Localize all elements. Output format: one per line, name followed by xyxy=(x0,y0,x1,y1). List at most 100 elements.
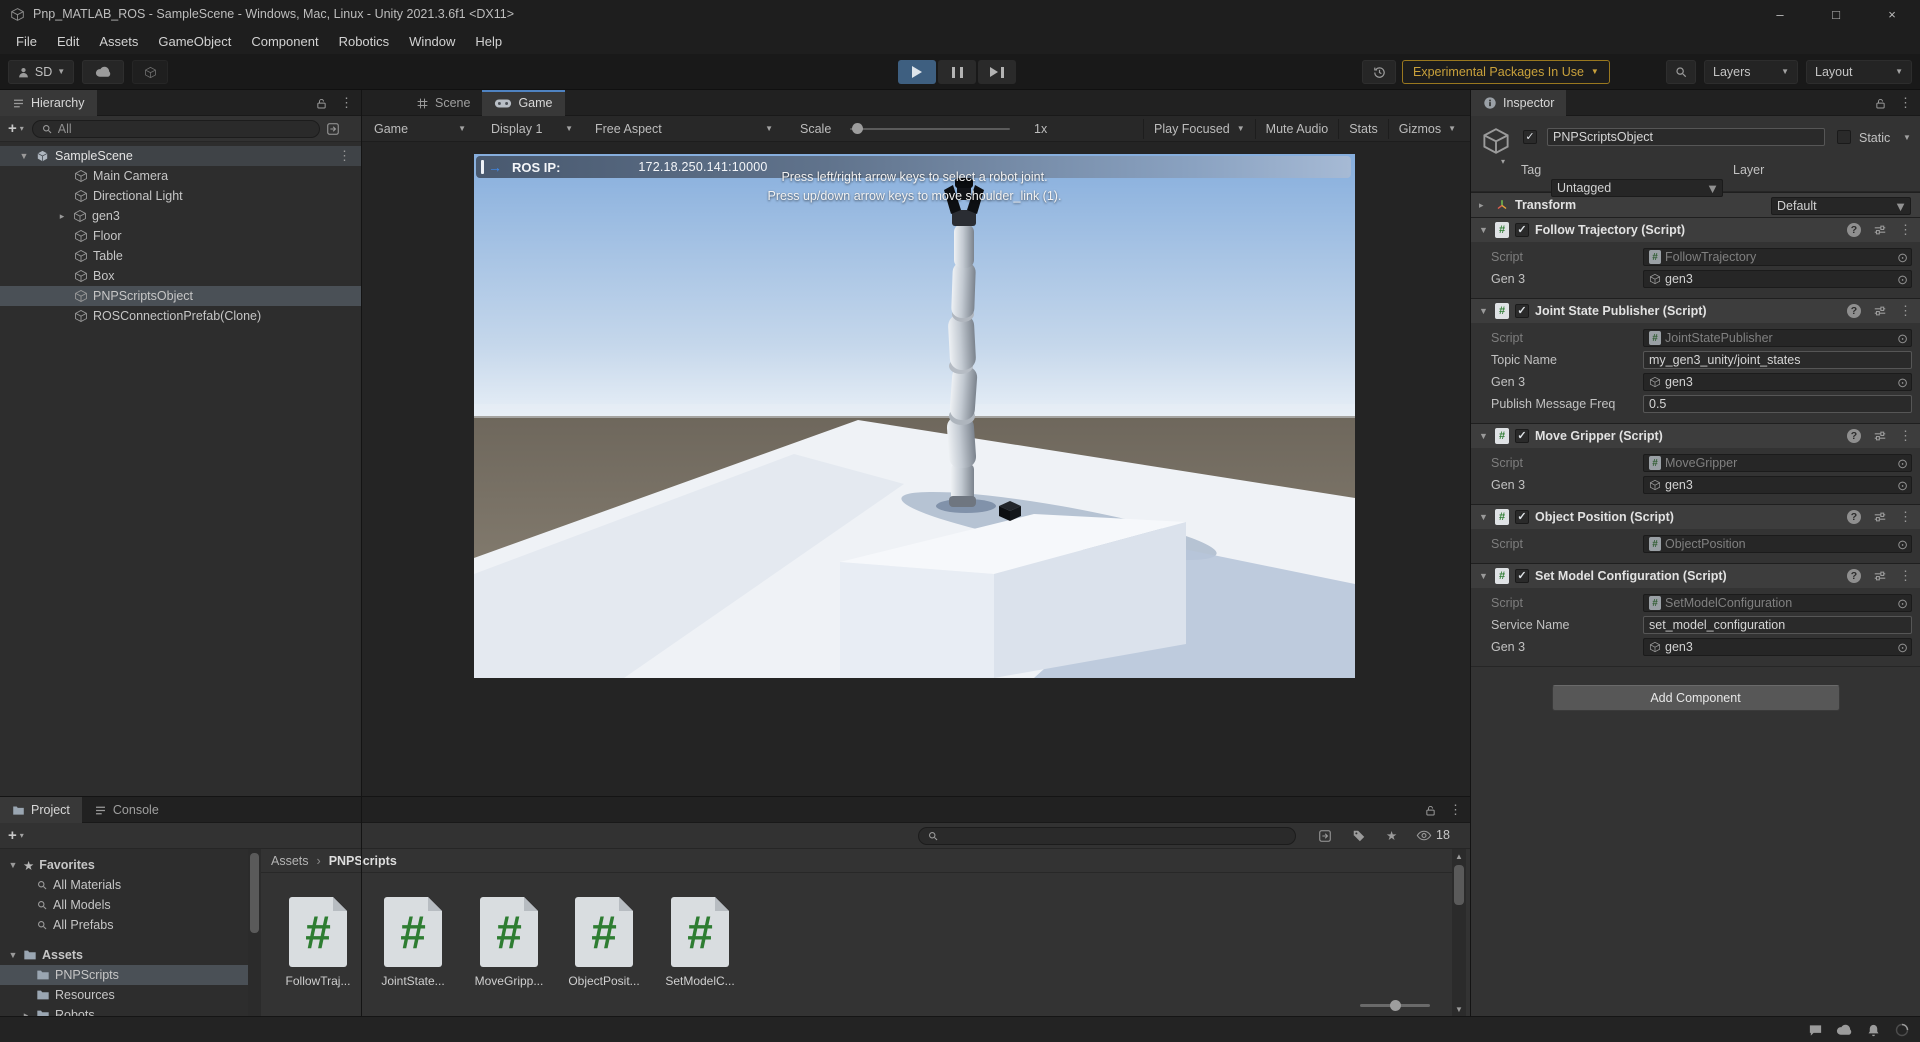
object-reference-field[interactable]: gen3 ⊙ xyxy=(1643,270,1912,288)
menu-help[interactable]: Help xyxy=(465,28,512,54)
enabled-checkbox[interactable]: ✓ xyxy=(1515,429,1529,443)
hierarchy-row[interactable]: ROSConnectionPrefab(Clone) xyxy=(0,306,361,326)
presets-icon[interactable] xyxy=(1873,304,1887,318)
mute-audio-toggle[interactable]: Mute Audio xyxy=(1255,119,1339,139)
help-icon[interactable]: ? xyxy=(1847,223,1861,237)
add-component-button[interactable]: Add Component xyxy=(1552,685,1840,711)
component-joint-state-publisher-header[interactable]: ▼ # ✓ Joint State Publisher (Script) ? ⋮ xyxy=(1471,298,1920,323)
maximize-button[interactable]: □ xyxy=(1808,0,1864,28)
favorites-row[interactable]: ▼ ★ Favorites xyxy=(0,855,248,875)
presets-icon[interactable] xyxy=(1873,429,1887,443)
component-menu-icon[interactable]: ⋮ xyxy=(1899,568,1912,584)
inspector-menu-icon[interactable]: ⋮ xyxy=(1899,95,1912,111)
play-focused-dropdown[interactable]: Play Focused▼ xyxy=(1143,119,1255,139)
service-name-input[interactable] xyxy=(1649,618,1906,632)
hierarchy-menu-icon[interactable]: ⋮ xyxy=(340,95,353,111)
project-create-button[interactable]: + ▾ xyxy=(0,828,32,843)
scale-slider[interactable] xyxy=(844,119,1016,139)
asset-file[interactable]: # SetModelC... xyxy=(660,897,740,988)
background-activity-icon[interactable] xyxy=(1894,1022,1910,1038)
component-menu-icon[interactable]: ⋮ xyxy=(1899,303,1912,319)
presets-icon[interactable] xyxy=(1873,510,1887,524)
game-viewport[interactable]: → ROS IP: 172.18.250.141:10000 Press lef… xyxy=(474,154,1355,678)
menu-window[interactable]: Window xyxy=(399,28,465,54)
hierarchy-search-input[interactable] xyxy=(58,122,311,136)
breadcrumb-current[interactable]: PNPScripts xyxy=(329,854,397,868)
project-menu-icon[interactable]: ⋮ xyxy=(1449,802,1462,818)
asset-file[interactable]: # MoveGripp... xyxy=(469,897,549,988)
tab-inspector[interactable]: Inspector xyxy=(1471,90,1566,116)
publish-frequency-field[interactable] xyxy=(1643,395,1912,413)
component-set-model-configuration-header[interactable]: ▼ # ✓ Set Model Configuration (Script) ?… xyxy=(1471,563,1920,588)
grid-scrollbar-thumb[interactable] xyxy=(1454,865,1464,905)
lock-icon[interactable] xyxy=(1424,804,1437,817)
layer-dropdown[interactable]: Default ▼ xyxy=(1771,197,1911,215)
component-menu-icon[interactable]: ⋮ xyxy=(1899,222,1912,238)
favorite-item[interactable]: All Models xyxy=(0,895,248,915)
scene-menu-icon[interactable]: ⋮ xyxy=(338,148,351,164)
scroll-up-icon[interactable]: ▲ xyxy=(1455,852,1463,861)
icon-size-slider[interactable] xyxy=(1360,1004,1430,1007)
object-picker-icon[interactable]: ⊙ xyxy=(1897,641,1908,654)
object-picker-icon[interactable]: ⊙ xyxy=(1897,273,1908,286)
asset-file[interactable]: # FollowTraj... xyxy=(278,897,358,988)
pause-button[interactable] xyxy=(938,60,976,84)
grid-scrollbar[interactable]: ▲ ▼ xyxy=(1452,849,1466,1017)
menu-gameobject[interactable]: GameObject xyxy=(148,28,241,54)
search-by-type-icon[interactable] xyxy=(1318,829,1332,843)
stats-toggle[interactable]: Stats xyxy=(1338,119,1388,139)
display-dropdown[interactable]: Display 1▼ xyxy=(485,119,579,139)
object-picker-icon[interactable]: ⊙ xyxy=(1897,251,1908,264)
favorite-item[interactable]: All Materials xyxy=(0,875,248,895)
folder-row[interactable]: Resources xyxy=(0,985,248,1005)
search-by-label-icon[interactable] xyxy=(1352,829,1366,843)
object-reference-field[interactable]: gen3 ⊙ xyxy=(1643,638,1912,656)
menu-robotics[interactable]: Robotics xyxy=(329,28,400,54)
script-reference-field[interactable]: # FollowTrajectory ⊙ xyxy=(1643,248,1912,266)
presets-icon[interactable] xyxy=(1873,223,1887,237)
component-menu-icon[interactable]: ⋮ xyxy=(1899,509,1912,525)
cloud-button[interactable] xyxy=(82,60,124,84)
menu-file[interactable]: File xyxy=(6,28,47,54)
help-icon[interactable]: ? xyxy=(1847,569,1861,583)
lock-icon[interactable] xyxy=(1874,97,1887,110)
game-mode-dropdown[interactable]: Game▼ xyxy=(368,119,472,139)
tab-console[interactable]: Console xyxy=(82,797,171,823)
hierarchy-row-selected[interactable]: PNPScriptsObject xyxy=(0,286,361,306)
script-reference-field[interactable]: # MoveGripper ⊙ xyxy=(1643,454,1912,472)
object-picker-icon[interactable]: ⊙ xyxy=(1897,479,1908,492)
assets-row[interactable]: ▼ Assets xyxy=(0,945,248,965)
component-follow-trajectory-header[interactable]: ▼ # ✓ Follow Trajectory (Script) ? ⋮ xyxy=(1471,217,1920,242)
component-move-gripper-header[interactable]: ▼ # ✓ Move Gripper (Script) ? ⋮ xyxy=(1471,423,1920,448)
component-object-position-header[interactable]: ▼ # ✓ Object Position (Script) ? ⋮ xyxy=(1471,504,1920,529)
cloud-status-icon[interactable] xyxy=(1836,1024,1853,1036)
hierarchy-row[interactable]: Main Camera xyxy=(0,166,361,186)
object-reference-field[interactable]: gen3 ⊙ xyxy=(1643,373,1912,391)
enabled-checkbox[interactable]: ✓ xyxy=(1515,223,1529,237)
tag-dropdown[interactable]: Untagged ▼ xyxy=(1551,179,1723,197)
expand-icon[interactable]: ▸ xyxy=(56,211,68,222)
scene-picker-icon[interactable] xyxy=(326,122,340,136)
tab-game[interactable]: Game xyxy=(482,90,564,116)
script-reference-field[interactable]: # JointStatePublisher ⊙ xyxy=(1643,329,1912,347)
presets-icon[interactable] xyxy=(1873,569,1887,583)
object-name-field[interactable] xyxy=(1547,128,1825,146)
saved-search-icon[interactable]: ★ xyxy=(1386,828,1397,843)
enabled-checkbox[interactable]: ✓ xyxy=(1515,569,1529,583)
enabled-checkbox[interactable]: ✓ xyxy=(1515,510,1529,524)
layers-dropdown[interactable]: Layers ▼ xyxy=(1704,60,1798,84)
script-reference-field[interactable]: # SetModelConfiguration ⊙ xyxy=(1643,594,1912,612)
tab-hierarchy[interactable]: Hierarchy xyxy=(0,90,97,116)
menu-assets[interactable]: Assets xyxy=(89,28,148,54)
object-name-input[interactable] xyxy=(1553,130,1819,144)
static-caret[interactable]: ▼ xyxy=(1903,134,1911,142)
help-icon[interactable]: ? xyxy=(1847,510,1861,524)
project-search[interactable] xyxy=(918,827,1296,845)
minimize-button[interactable]: – xyxy=(1752,0,1808,28)
account-dropdown[interactable]: SD ▼ xyxy=(8,60,74,84)
folder-row-selected[interactable]: PNPScripts xyxy=(0,965,248,985)
script-reference-field[interactable]: # ObjectPosition ⊙ xyxy=(1643,535,1912,553)
service-name-field[interactable] xyxy=(1643,616,1912,634)
static-checkbox[interactable] xyxy=(1837,130,1851,144)
tab-project[interactable]: Project xyxy=(0,797,82,823)
